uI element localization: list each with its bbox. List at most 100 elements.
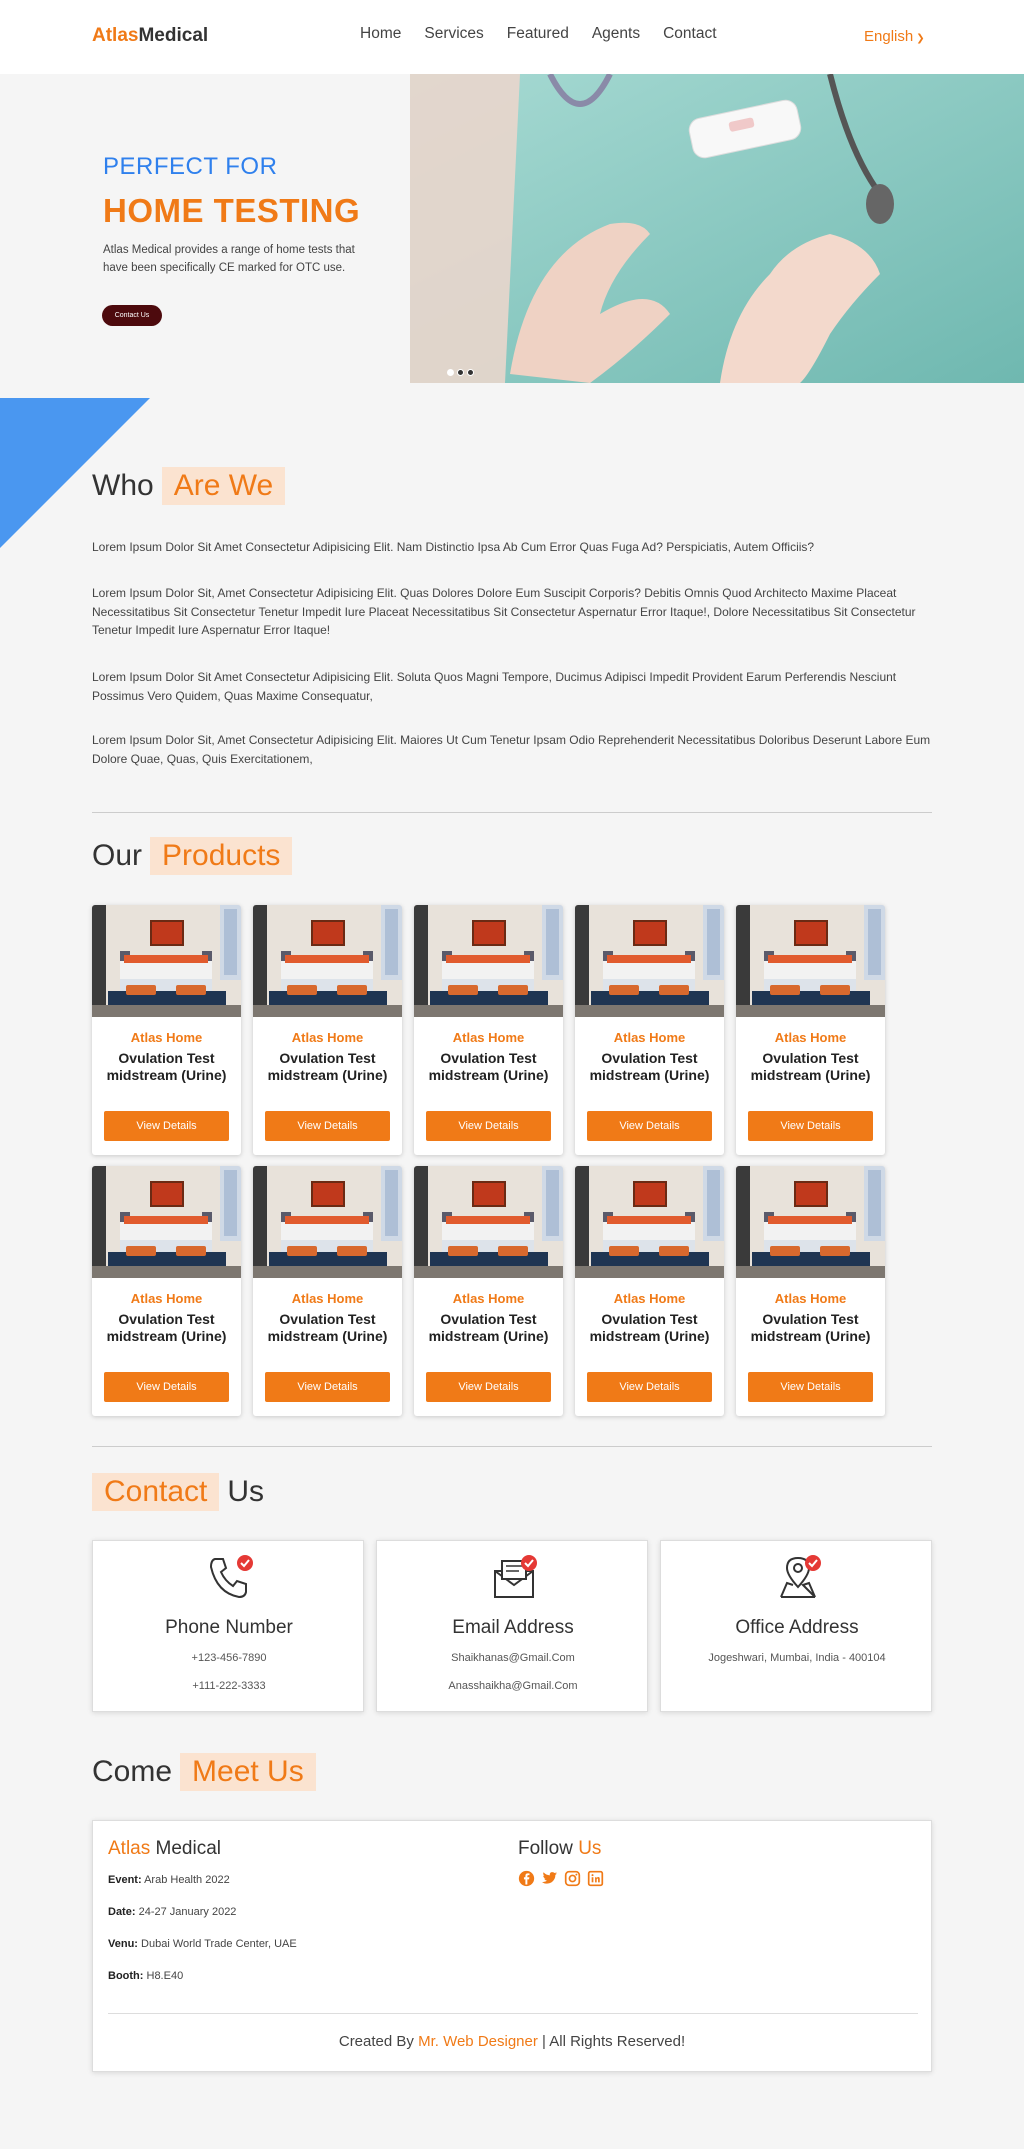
- linkedin-icon[interactable]: [587, 1870, 604, 1887]
- hero-carousel-image: [410, 74, 1024, 383]
- nav-link-agents[interactable]: Agents: [592, 25, 640, 43]
- date-label: Date:: [108, 1906, 136, 1918]
- event-row: Event: Arab Health 2022: [108, 1874, 230, 1886]
- email-address-2[interactable]: Anasshaikha@Gmail.Com: [377, 1680, 649, 1692]
- email-icon: [494, 1555, 537, 1598]
- booth-row: Booth: H8.E40: [108, 1970, 183, 1982]
- product-card: Atlas Home Ovulation Test midstream (Urin…: [575, 905, 724, 1155]
- carousel-dot-2[interactable]: [457, 369, 464, 376]
- who-paragraph-1: Lorem Ipsum Dolor Sit Amet Consectetur A…: [92, 540, 815, 554]
- product-image[interactable]: [414, 1166, 563, 1278]
- product-brand: Atlas Home: [130, 1291, 203, 1306]
- view-details-button[interactable]: View Details: [587, 1111, 712, 1141]
- card-title: Office Address: [735, 1617, 859, 1638]
- product-image[interactable]: [253, 1166, 402, 1278]
- product-name: Ovulation Test midstream (Urine): [267, 1050, 388, 1083]
- view-details-button[interactable]: View Details: [104, 1111, 229, 1141]
- event-label: Event:: [108, 1874, 142, 1886]
- date-value: 24-27 January 2022: [138, 1906, 237, 1918]
- product-brand: Atlas Home: [613, 1030, 686, 1045]
- view-details-button[interactable]: View Details: [587, 1372, 712, 1402]
- product-image[interactable]: [736, 1166, 885, 1278]
- view-details-button[interactable]: View Details: [265, 1372, 390, 1402]
- heading-highlight: Contact: [92, 1473, 220, 1511]
- brand-part-1: Atlas: [92, 25, 139, 46]
- venue-label: Venu:: [108, 1938, 138, 1950]
- view-details-button[interactable]: View Details: [104, 1372, 229, 1402]
- brand-logo[interactable]: AtlasMedical: [92, 25, 208, 47]
- footer-credits: Created By Mr. Web Designer | All Rights…: [93, 2033, 931, 2050]
- product-card: Atlas Home Ovulation Test midstream (Urin…: [253, 1166, 402, 1416]
- carousel-dot-3[interactable]: [467, 369, 474, 376]
- venue-row: Venu: Dubai World Trade Center, UAE: [108, 1938, 297, 1950]
- chevron-down-icon: ❯: [916, 33, 925, 44]
- heading-plain: Our: [92, 839, 143, 872]
- instagram-icon[interactable]: [564, 1870, 581, 1887]
- phone-icon: [209, 1555, 253, 1599]
- section-divider: [92, 1446, 932, 1447]
- product-card: Atlas Home Ovulation Test midstream (Urin…: [736, 1166, 885, 1416]
- heading-plain: Who: [92, 469, 154, 502]
- product-image[interactable]: [92, 905, 241, 1017]
- view-details-button[interactable]: View Details: [426, 1372, 551, 1402]
- product-brand: Atlas Home: [774, 1030, 847, 1045]
- product-image[interactable]: [92, 1166, 241, 1278]
- phone-number-2[interactable]: +111-222-3333: [93, 1680, 365, 1692]
- nav-links: Home Services Featured Agents Contact: [360, 25, 717, 43]
- view-details-button[interactable]: View Details: [265, 1111, 390, 1141]
- designer-link[interactable]: Mr. Web Designer: [418, 2033, 538, 2050]
- nav-link-featured[interactable]: Featured: [507, 25, 569, 43]
- come-meet-us-heading: Come Meet Us: [92, 1753, 324, 1791]
- product-image[interactable]: [253, 905, 402, 1017]
- product-card: Atlas Home Ovulation Test midstream (Urin…: [575, 1166, 724, 1416]
- twitter-icon[interactable]: [541, 1870, 558, 1887]
- follow-plain: Follow: [518, 1838, 573, 1859]
- product-name: Ovulation Test midstream (Urine): [267, 1311, 388, 1344]
- card-title: Phone Number: [165, 1617, 293, 1638]
- nav-link-home[interactable]: Home: [360, 25, 401, 43]
- contact-us-button[interactable]: Contact Us: [102, 305, 162, 326]
- product-brand: Atlas Home: [613, 1291, 686, 1306]
- hero-description: Atlas Medical provides a range of home t…: [103, 244, 355, 274]
- product-card: Atlas Home Ovulation Test midstream (Urin…: [414, 1166, 563, 1416]
- office-address: Jogeshwari, Mumbai, India - 400104: [708, 1652, 886, 1664]
- follow-highlight: Us: [578, 1838, 602, 1859]
- event-brand: Atlas Medical: [108, 1838, 221, 1860]
- product-brand: Atlas Home: [291, 1291, 364, 1306]
- email-card: Email Address Shaikhanas@Gmail.Com Anass…: [376, 1540, 648, 1712]
- carousel-dots: [447, 369, 474, 376]
- product-brand: Atlas Home: [291, 1030, 364, 1045]
- product-name: Ovulation Test midstream (Urine): [750, 1311, 871, 1344]
- brand-part-2: Medical: [155, 1838, 222, 1859]
- venue-value: Dubai World Trade Center, UAE: [141, 1938, 297, 1950]
- product-card: Atlas Home Ovulation Test midstream (Urin…: [253, 905, 402, 1155]
- product-image[interactable]: [414, 905, 563, 1017]
- carousel-dot-1[interactable]: [447, 369, 454, 376]
- product-brand: Atlas Home: [452, 1030, 525, 1045]
- product-name: Ovulation Test midstream (Urine): [589, 1050, 710, 1083]
- our-products-heading: Our Products: [92, 837, 300, 875]
- event-value: Arab Health 2022: [144, 1874, 230, 1886]
- nav-link-contact[interactable]: Contact: [663, 25, 716, 43]
- phone-card: Phone Number +123-456-7890 +111-222-3333: [92, 1540, 364, 1712]
- nav-link-services[interactable]: Services: [424, 25, 483, 43]
- product-brand: Atlas Home: [774, 1291, 847, 1306]
- who-paragraph-4: Lorem Ipsum Dolor Sit, Amet Consectetur …: [92, 733, 931, 766]
- footer-suffix: | All Rights Reserved!: [542, 2033, 686, 2050]
- view-details-button[interactable]: View Details: [748, 1111, 873, 1141]
- product-image[interactable]: [575, 1166, 724, 1278]
- email-address-1[interactable]: Shaikhanas@Gmail.Com: [377, 1652, 649, 1664]
- view-details-button[interactable]: View Details: [426, 1111, 551, 1141]
- product-image[interactable]: [575, 905, 724, 1017]
- date-row: Date: 24-27 January 2022: [108, 1906, 236, 1918]
- product-image[interactable]: [736, 905, 885, 1017]
- facebook-icon[interactable]: [518, 1870, 535, 1887]
- product-name: Ovulation Test midstream (Urine): [106, 1311, 227, 1344]
- product-card: Atlas Home Ovulation Test midstream (Urin…: [92, 905, 241, 1155]
- language-selector[interactable]: English ❯: [864, 28, 925, 45]
- booth-value: H8.E40: [146, 1970, 184, 1982]
- product-card: Atlas Home Ovulation Test midstream (Urin…: [414, 905, 563, 1155]
- view-details-button[interactable]: View Details: [748, 1372, 873, 1402]
- footer-prefix: Created By: [338, 2033, 414, 2050]
- phone-number-1[interactable]: +123-456-7890: [93, 1652, 365, 1664]
